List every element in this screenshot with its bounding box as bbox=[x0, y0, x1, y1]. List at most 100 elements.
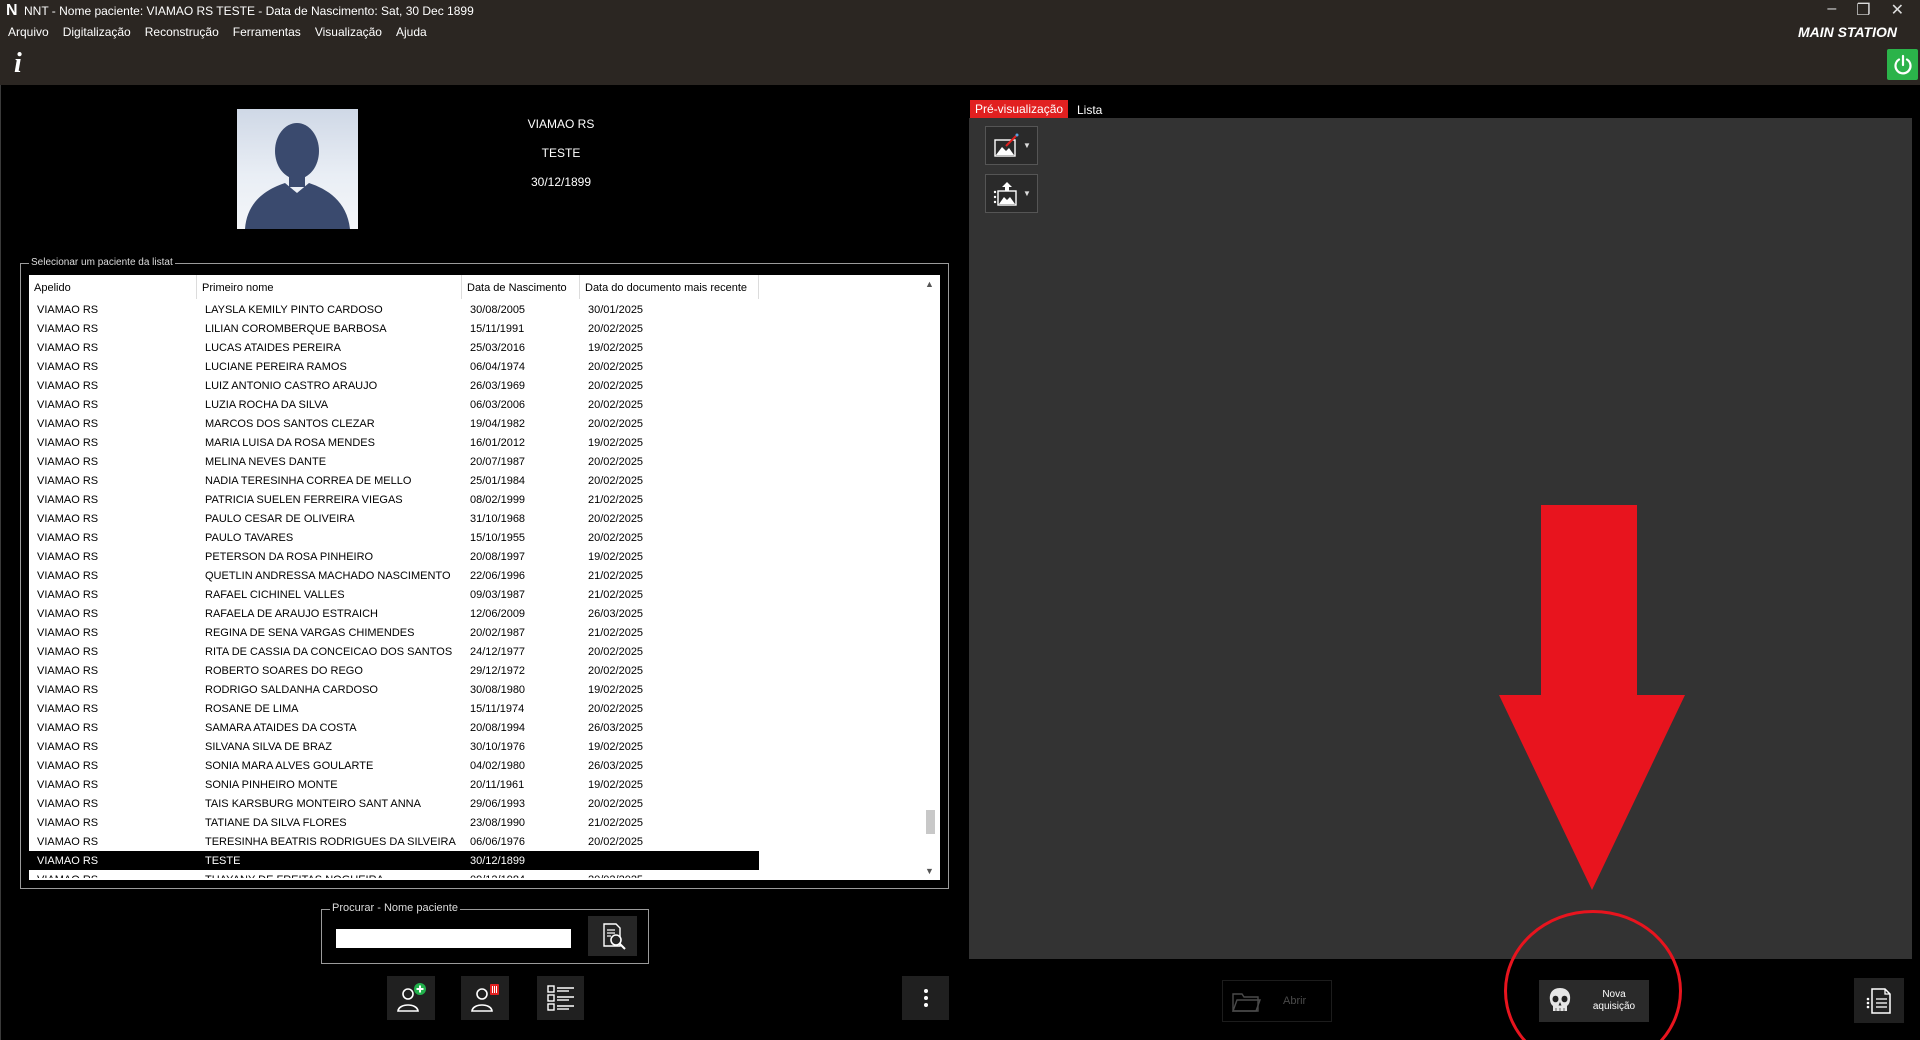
table-row[interactable]: VIAMAO RS ROBERTO SOARES DO REGO 29/12/197… bbox=[29, 661, 919, 680]
search-legend: Procurar - Nome paciente bbox=[330, 902, 460, 914]
list-view-button[interactable] bbox=[537, 976, 584, 1020]
title-bar: N NNT - Nome paciente: VIAMAO RS TESTE -… bbox=[0, 0, 1920, 85]
table-row[interactable]: VIAMAO RS LILIAN COROMBERQUE BARBOSA 15/11… bbox=[29, 319, 919, 338]
table-row[interactable]: VIAMAO RS MELINA NEVES DANTE 20/07/1987 20/… bbox=[29, 452, 919, 471]
close-button[interactable]: ✕ bbox=[1891, 0, 1904, 20]
search-button[interactable] bbox=[588, 916, 637, 956]
table-row[interactable]: VIAMAO RS PAULO TAVARES 15/10/1955 20/02/20… bbox=[29, 528, 919, 547]
table-cell: 30/01/2025 bbox=[588, 304, 644, 316]
minimize-button[interactable]: – bbox=[1827, 0, 1836, 20]
table-row[interactable]: VIAMAO RS RODRIGO SALDANHA CARDOSO 30/08/1… bbox=[29, 680, 919, 699]
table-row[interactable]: VIAMAO RS TERESINHA BEATRIS RODRIGUES DA … bbox=[29, 832, 919, 851]
table-cell: 23/08/1990 bbox=[470, 817, 526, 829]
menu-ajuda[interactable]: Ajuda bbox=[396, 25, 427, 39]
add-patient-button[interactable] bbox=[387, 976, 435, 1020]
info-icon[interactable]: i bbox=[14, 48, 22, 80]
tab-preview[interactable]: Pré-visualização bbox=[970, 100, 1069, 119]
table-row[interactable]: VIAMAO RS TATIANE DA SILVA FLORES 23/08/19… bbox=[29, 813, 919, 832]
table-cell: 19/02/2025 bbox=[588, 342, 644, 354]
table-row[interactable]: VIAMAO RS ROSANE DE LIMA 15/11/1974 20/02/2… bbox=[29, 699, 919, 718]
table-row[interactable]: VIAMAO RS PATRICIA SUELEN FERREIRA VIEGAS… bbox=[29, 490, 919, 509]
table-cell: LUZIA ROCHA DA SILVA bbox=[205, 399, 329, 411]
table-cell: TATIANE DA SILVA FLORES bbox=[205, 817, 347, 829]
table-cell: MARCOS DOS SANTOS CLEZAR bbox=[205, 418, 375, 430]
open-button[interactable]: Abrir bbox=[1222, 980, 1332, 1022]
table-cell: PAULO CESAR DE OLIVEIRA bbox=[205, 513, 355, 525]
table-cell: LUIZ ANTONIO CASTRO ARAUJO bbox=[205, 380, 378, 392]
table-row[interactable]: VIAMAO RS REGINA DE SENA VARGAS CHIMENDES… bbox=[29, 623, 919, 642]
table-row[interactable]: VIAMAO RS MARCOS DOS SANTOS CLEZAR 19/04/1… bbox=[29, 414, 919, 433]
table-cell: VIAMAO RS bbox=[37, 665, 99, 677]
patient-table[interactable]: Apelido Primeiro nome Data de Nascimento… bbox=[29, 275, 940, 880]
tab-list[interactable]: Lista bbox=[1077, 103, 1102, 117]
table-row[interactable]: VIAMAO RS SAMARA ATAIDES DA COSTA 20/08/19… bbox=[29, 718, 919, 737]
search-input[interactable] bbox=[336, 929, 571, 948]
table-row[interactable]: VIAMAO RS LUIZ ANTONIO CASTRO ARAUJO 26/03… bbox=[29, 376, 919, 395]
table-cell bbox=[580, 851, 759, 870]
power-icon bbox=[1893, 54, 1912, 74]
table-row[interactable]: VIAMAO RS LUCAS ATAIDES PEREIRA 25/03/2016… bbox=[29, 338, 919, 357]
menu-ferramentas[interactable]: Ferramentas bbox=[233, 25, 301, 39]
power-button[interactable] bbox=[1887, 49, 1918, 80]
table-row[interactable]: VIAMAO RS SONIA PINHEIRO MONTE 20/11/1961 1… bbox=[29, 775, 919, 794]
table-row[interactable]: VIAMAO RS SONIA MARA ALVES GOULARTE 04/02/… bbox=[29, 756, 919, 775]
scroll-up-icon[interactable]: ▲ bbox=[925, 279, 934, 289]
table-row[interactable]: VIAMAO RSTHAYANY DE FREITAS NOGUEIRA09/1… bbox=[29, 870, 919, 878]
annotation-arrow bbox=[1499, 505, 1685, 890]
table-cell: VIAMAO RS bbox=[37, 437, 99, 449]
table-cell: ROBERTO SOARES DO REGO bbox=[205, 665, 363, 677]
table-cell: 15/11/1974 bbox=[470, 703, 525, 715]
restore-button[interactable]: ❐ bbox=[1856, 0, 1870, 20]
table-cell: ROSANE DE LIMA bbox=[205, 703, 299, 715]
patient-first-name: TESTE bbox=[541, 146, 581, 160]
menu-digitalizacao[interactable]: Digitalização bbox=[63, 25, 131, 39]
import-tool-button[interactable]: ▼ bbox=[985, 174, 1038, 213]
table-row[interactable]: VIAMAO RS PAULO CESAR DE OLIVEIRA 31/10/19… bbox=[29, 509, 919, 528]
table-row[interactable]: VIAMAO RS PETERSON DA ROSA PINHEIRO 20/08/… bbox=[29, 547, 919, 566]
scroll-down-icon[interactable]: ▼ bbox=[925, 866, 934, 876]
table-row[interactable]: VIAMAO RS TESTE 30/12/1899 bbox=[29, 851, 759, 870]
table-row[interactable]: VIAMAO RS QUETLIN ANDRESSA MACHADO NASCIM… bbox=[29, 566, 919, 585]
table-row[interactable]: VIAMAO RS RAFAEL CICHINEL VALLES 09/03/198… bbox=[29, 585, 919, 604]
list-icon bbox=[546, 985, 574, 1011]
column-header-apelido[interactable]: Apelido bbox=[29, 275, 197, 299]
table-row[interactable]: VIAMAO RS RITA DE CASSIA DA CONCEICAO DOS… bbox=[29, 642, 919, 661]
table-row[interactable]: VIAMAO RS SILVANA SILVA DE BRAZ 30/10/1976… bbox=[29, 737, 919, 756]
table-row[interactable]: VIAMAO RS RAFAELA DE ARAUJO ESTRAICH 12/06… bbox=[29, 604, 919, 623]
table-cell: 20/08/1997 bbox=[470, 551, 526, 563]
table-cell: 21/02/2025 bbox=[588, 494, 644, 506]
scroll-thumb[interactable] bbox=[926, 810, 935, 834]
table-cell: VIAMAO RS bbox=[37, 836, 99, 848]
image-tool-button[interactable]: ▼ bbox=[985, 126, 1038, 165]
table-scrollbar[interactable]: ▲ ▼ bbox=[921, 275, 940, 880]
table-row[interactable]: VIAMAO RS NADIA TERESINHA CORREA DE MELLO… bbox=[29, 471, 919, 490]
table-cell: VIAMAO RS bbox=[37, 570, 99, 582]
patient-pane: VIAMAO RS TESTE 30/12/1899 Selecionar um… bbox=[0, 85, 960, 1040]
delete-user-icon bbox=[471, 984, 499, 1012]
table-cell: 20/11/1961 bbox=[470, 779, 525, 791]
table-row[interactable]: VIAMAO RS TAIS KARSBURG MONTEIRO SANT ANN… bbox=[29, 794, 919, 813]
column-header-primeiro-nome[interactable]: Primeiro nome bbox=[197, 275, 462, 299]
table-cell: RAFAEL CICHINEL VALLES bbox=[205, 589, 345, 601]
menu-arquivo[interactable]: Arquivo bbox=[8, 25, 49, 39]
table-row[interactable]: VIAMAO RS MARIA LUISA DA ROSA MENDES 16/01… bbox=[29, 433, 919, 452]
column-header-data-nascimento[interactable]: Data de Nascimento bbox=[462, 275, 580, 299]
table-cell: 19/02/2025 bbox=[588, 551, 644, 563]
preview-pane: Pré-visualização Lista ▼ ▼ bbox=[960, 85, 1920, 1040]
table-cell: 20/02/2025 bbox=[588, 475, 644, 487]
more-options-button[interactable] bbox=[902, 976, 949, 1020]
table-row[interactable]: VIAMAO RS LUCIANE PEREIRA RAMOS 06/04/1974… bbox=[29, 357, 919, 376]
table-cell: 19/02/2025 bbox=[588, 684, 644, 696]
skull-icon bbox=[1549, 988, 1571, 1011]
report-button[interactable] bbox=[1854, 978, 1904, 1023]
avatar-silhouette-icon bbox=[245, 123, 350, 229]
delete-patient-button[interactable] bbox=[461, 976, 509, 1020]
menu-reconstrucao[interactable]: Reconstrução bbox=[145, 25, 219, 39]
table-cell: 09/12/1984 bbox=[462, 870, 580, 878]
table-row[interactable]: VIAMAO RS LAYSLA KEMILY PINTO CARDOSO 30/0… bbox=[29, 300, 919, 319]
menu-visualizacao[interactable]: Visualização bbox=[315, 25, 382, 39]
column-header-data-documento[interactable]: Data do documento mais recente bbox=[580, 275, 759, 299]
new-acquisition-button[interactable]: Nova aquisição bbox=[1539, 980, 1649, 1022]
table-row[interactable]: VIAMAO RS LUZIA ROCHA DA SILVA 06/03/2006 2… bbox=[29, 395, 919, 414]
table-cell: SONIA PINHEIRO MONTE bbox=[205, 779, 338, 791]
